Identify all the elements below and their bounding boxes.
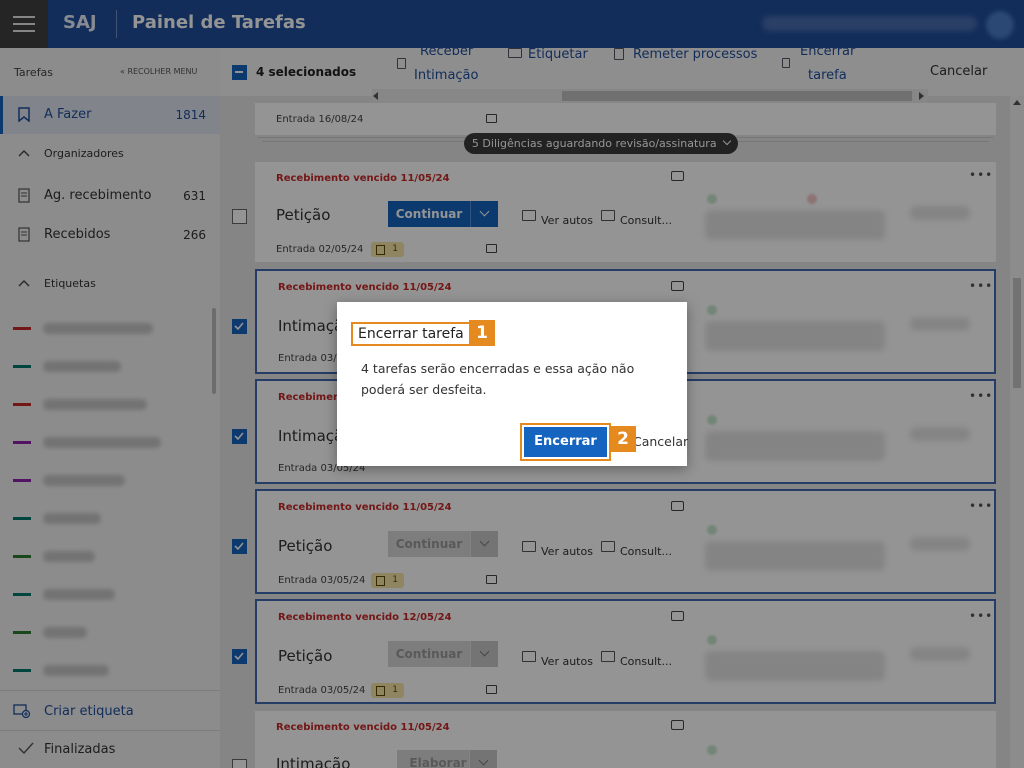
step-badge-1: 1 [469, 320, 495, 346]
step-badge-2: 2 [610, 426, 636, 452]
confirm-close-button[interactable]: Encerrar [524, 427, 607, 457]
dialog-message: 4 tarefas serão encerradas e essa ação n… [361, 361, 635, 397]
close-task-dialog: Encerrar tarefa 1 4 tarefas serão encerr… [337, 302, 688, 466]
dialog-title: Encerrar tarefa [351, 322, 471, 346]
dialog-cancel-button[interactable]: Cancelar [633, 434, 688, 449]
confirm-highlight: Encerrar [520, 423, 611, 461]
